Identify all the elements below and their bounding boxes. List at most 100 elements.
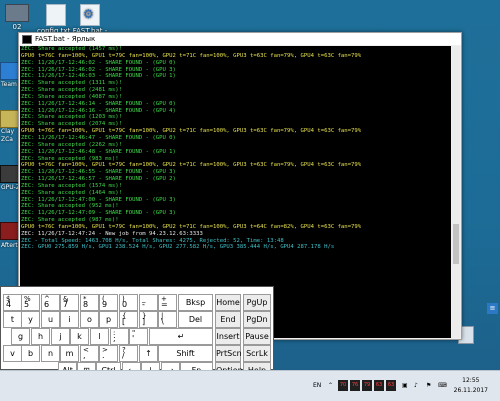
- key-[interactable]: " ': [129, 328, 148, 345]
- key-home[interactable]: Home: [215, 294, 241, 311]
- key-y[interactable]: y: [21, 311, 40, 328]
- key-label: Bksp: [185, 298, 206, 307]
- console-line: ZEC: 11/26/17-12:47:24 - New job from 94…: [21, 230, 203, 237]
- gpu-temp-sensor[interactable]: 63: [386, 380, 396, 391]
- console-line: ZEC: 11/26/17-12:46:14 - SHARE FOUND - (…: [21, 100, 176, 107]
- flag-icon[interactable]: ⚑: [426, 382, 431, 389]
- key-u[interactable]: u: [41, 311, 60, 328]
- key-[interactable]: >.: [99, 345, 118, 362]
- key-[interactable]: ↑: [139, 345, 158, 362]
- key-5[interactable]: % 5: [21, 294, 40, 311]
- key-prtscn[interactable]: PrtScn: [215, 345, 242, 362]
- notification-icon[interactable]: ≡: [487, 303, 498, 314]
- key-g[interactable]: g: [11, 328, 30, 345]
- keyboard-icon[interactable]: ⌨: [438, 382, 447, 389]
- key-b[interactable]: b: [21, 345, 40, 362]
- speaker-icon[interactable]: ♪: [414, 382, 418, 389]
- console-line: ZEC: Share accepted (4087 ms)!: [21, 93, 123, 100]
- key-label: ;: [113, 334, 116, 343]
- console-line: ZEC: Share accepted (1311 ms)!: [21, 80, 123, 87]
- gpu-temp-sensor[interactable]: 79: [362, 380, 372, 391]
- key-label: ↑: [145, 349, 152, 358]
- console-line: ZEC: 11/26/17-12:46:02 - SHARE FOUND - (…: [21, 59, 176, 66]
- key-[interactable]: ? /: [119, 345, 138, 362]
- gpu-temp-sensor[interactable]: 63: [374, 380, 384, 391]
- key-v[interactable]: v: [3, 345, 22, 362]
- tray-up-arrow-icon[interactable]: ⌃: [328, 382, 333, 389]
- console-line: ZEC: 11/26/17-12:46:02 - SHARE FOUND - (…: [21, 66, 176, 73]
- key-[interactable]: :;: [110, 328, 129, 345]
- key-scrlk[interactable]: ScrLk: [243, 345, 271, 362]
- batch-file-gear-icon: [80, 4, 100, 26]
- key-[interactable]: <,: [80, 345, 99, 362]
- key-shift[interactable]: Shift: [158, 345, 213, 362]
- console-line: ZEC: Share accepted (1203 ms)!: [21, 114, 123, 121]
- key-label: Del: [188, 315, 203, 324]
- key-label: ': [132, 334, 135, 343]
- key-o[interactable]: o: [80, 311, 99, 328]
- key-[interactable]: }]: [139, 311, 158, 328]
- key-label: PgUp: [246, 298, 268, 307]
- key-[interactable]: | \: [158, 311, 177, 328]
- key-9[interactable]: (9: [99, 294, 118, 311]
- language-indicator[interactable]: EN: [313, 382, 321, 389]
- key-pgdn[interactable]: PgDn: [243, 311, 271, 328]
- key-[interactable]: ↵: [149, 328, 213, 345]
- console-line: ZEC: 11/26/17-12:46:47 - SHARE FOUND - (…: [21, 134, 176, 141]
- key-label: i: [68, 315, 71, 324]
- key-l[interactable]: l: [90, 328, 109, 345]
- key-label: t: [10, 315, 15, 324]
- key-[interactable]: _ -: [139, 294, 158, 311]
- key-n[interactable]: n: [41, 345, 60, 362]
- key-label: j: [59, 332, 62, 341]
- network-icon[interactable]: ▣: [402, 382, 408, 389]
- console-title: FAST.bat - Ярлык: [35, 35, 96, 43]
- key-[interactable]: {[: [119, 311, 138, 328]
- key-label: 8: [83, 300, 89, 309]
- key-i[interactable]: i: [60, 311, 79, 328]
- clock[interactable]: 12:55 26.11.2017: [454, 376, 488, 396]
- console-line: ZEC: Share accepted (2481 ms)!: [21, 87, 123, 94]
- key-end[interactable]: End: [215, 311, 241, 328]
- scrollbar-thumb[interactable]: [453, 224, 459, 264]
- key-j[interactable]: j: [51, 328, 70, 345]
- key-[interactable]: + =: [158, 294, 177, 311]
- gpu-temp-sensor[interactable]: 76: [350, 380, 360, 391]
- key-k[interactable]: k: [70, 328, 89, 345]
- key-del[interactable]: Del: [178, 311, 213, 328]
- key-h[interactable]: h: [31, 328, 50, 345]
- key-label: b: [27, 349, 34, 358]
- key-label: \: [161, 317, 164, 326]
- console-icon: [22, 34, 32, 44]
- desktop-icon-02[interactable]: 02: [0, 4, 37, 31]
- console-scrollbar[interactable]: [452, 46, 460, 338]
- console-title-bar[interactable]: FAST.bat - Ярлык: [19, 33, 461, 45]
- console-line: GPU0 t=76C fan=100%, GPU1 t=79C fan=100%…: [21, 162, 362, 169]
- key-label: End: [220, 315, 236, 324]
- key-8[interactable]: * 8: [80, 294, 99, 311]
- key-label: p: [105, 315, 112, 324]
- console-line: GPU0 t=76C fan=100%, GPU1 t=79C fan=100%…: [21, 223, 362, 230]
- key-6[interactable]: ^ 6: [41, 294, 60, 311]
- key-7[interactable]: & 7: [60, 294, 79, 311]
- desktop-icon-fast-bat[interactable]: FAST.bat -: [70, 4, 110, 35]
- console-line: GPU0 t=76C fan=100%, GPU1 t=79C fan=100%…: [21, 52, 362, 59]
- key-p[interactable]: p: [99, 311, 118, 328]
- key-insert[interactable]: Insert: [215, 328, 241, 345]
- document-icon: [46, 4, 66, 26]
- key-4[interactable]: $4: [3, 294, 22, 311]
- key-m[interactable]: m: [60, 345, 79, 362]
- key-pause[interactable]: Pause: [243, 328, 271, 345]
- key-pgup[interactable]: PgUp: [243, 294, 271, 311]
- key-t[interactable]: t: [3, 311, 22, 328]
- key-bksp[interactable]: Bksp: [178, 294, 213, 311]
- console-line: ZEC: 11/26/17-12:47:09 - SHARE FOUND - (…: [21, 210, 176, 217]
- console-line: ZEC: Share accepted (1464 ms)!: [21, 189, 123, 196]
- console-line: ZEC: Share accepted (1457 ms)!: [21, 46, 123, 52]
- gpu-temp-sensor[interactable]: 70: [338, 380, 348, 391]
- key-0[interactable]: ) 0: [119, 294, 138, 311]
- monitor-icon: [5, 4, 29, 22]
- key-label: 5: [24, 300, 30, 309]
